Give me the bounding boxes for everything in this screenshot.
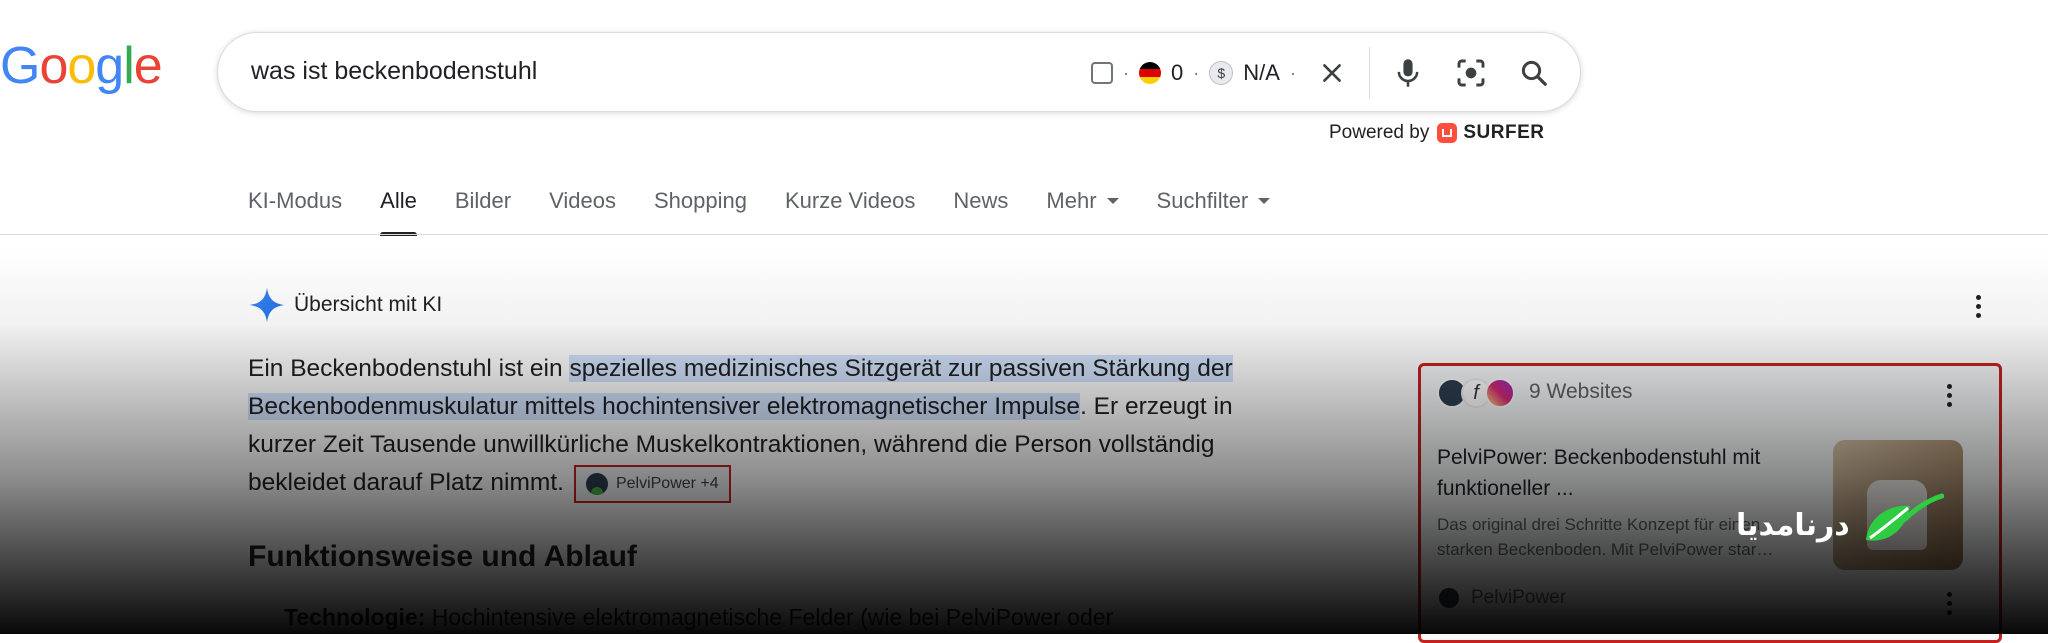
cpc-value: N/A — [1243, 60, 1280, 85]
pelvipower-favicon-icon — [1437, 586, 1461, 610]
separator-dot: · — [1289, 62, 1296, 83]
tab-label: Bilder — [454, 188, 512, 213]
ai-overview-header: Übersicht mit KI — [248, 286, 442, 324]
tab-label: Kurze Videos — [784, 188, 916, 213]
caret-down-icon — [1258, 198, 1271, 204]
checkbox-icon[interactable] — [1091, 62, 1113, 84]
google-logo[interactable]: Google — [0, 37, 163, 95]
surfer-brand: SURFER — [1463, 122, 1545, 143]
logo-letter: o — [67, 37, 96, 95]
source-chip-label: PelviPower +4 — [615, 474, 719, 492]
tab-bilder[interactable]: Bilder — [455, 186, 511, 236]
tabs-divider — [0, 234, 2048, 235]
tab-alle[interactable]: Alle — [380, 186, 417, 236]
separator-dot: · — [1123, 62, 1129, 83]
leaf-logo-icon — [1865, 493, 1944, 541]
tab-label: News — [953, 188, 1009, 213]
tab-kurze-videos[interactable]: Kurze Videos — [785, 186, 915, 236]
source-site-name: PelviPower — [1471, 587, 1567, 608]
microphone-icon[interactable] — [1388, 53, 1428, 93]
search-input[interactable]: was ist beckenbodenstuhl — [251, 57, 537, 86]
source-chip[interactable]: PelviPower +4 — [573, 464, 731, 503]
tab-shopping[interactable]: Shopping — [654, 186, 747, 236]
logo-letter: G — [0, 37, 40, 95]
tab-news[interactable]: News — [953, 186, 1008, 236]
powered-by-surfer[interactable]: Powered by SURFER — [1329, 122, 1544, 144]
more-options-icon[interactable] — [1946, 592, 1952, 615]
germany-flag-icon — [1139, 62, 1161, 84]
close-icon[interactable] — [1312, 53, 1352, 93]
logo-letter: e — [133, 37, 163, 95]
tab-suchfilter[interactable]: Suchfilter — [1157, 186, 1271, 236]
instagram-icon — [1485, 378, 1515, 408]
caret-down-icon — [1106, 198, 1119, 204]
powered-by-label: Powered by — [1329, 122, 1430, 143]
dollar-icon: $ — [1209, 61, 1234, 85]
search-tabs: KI-Modus Alle Bilder Videos Shopping Kur… — [248, 186, 1308, 236]
tab-label: Suchfilter — [1156, 188, 1249, 213]
logo-letter: g — [95, 37, 124, 95]
list-item: Technologie: Hochintensive elektromagnet… — [284, 604, 1113, 631]
tab-label: Shopping — [653, 188, 747, 213]
tab-mehr[interactable]: Mehr — [1046, 186, 1119, 236]
ai-answer-paragraph: Ein Beckenbodenstuhl ist ein spezielles … — [248, 350, 1288, 503]
surfer-logo-icon — [1437, 123, 1458, 143]
section-heading: Funktionsweise und Ablauf — [248, 540, 637, 573]
watermark-text: درنامدیا — [1736, 508, 1850, 542]
tab-label: Videos — [549, 188, 616, 213]
tab-ki-modus[interactable]: KI-Modus — [248, 186, 342, 236]
source-site[interactable]: PelviPower — [1437, 586, 1566, 610]
ai-sparkle-icon — [249, 287, 285, 323]
search-divider — [1369, 47, 1370, 99]
search-bar: was ist beckenbodenstuhl · 0 · $ N/A · — [217, 32, 1581, 112]
more-options-icon[interactable] — [1946, 384, 1952, 407]
source-favicons: f — [1437, 378, 1515, 408]
logo-letter: l — [123, 37, 135, 95]
tab-label: Mehr — [1046, 188, 1097, 213]
separator-dot: · — [1193, 62, 1200, 83]
search-icon[interactable] — [1514, 53, 1554, 93]
logo-letter: o — [39, 37, 68, 95]
pelvipower-avatar-icon — [585, 472, 608, 495]
answer-text: Ein Beckenbodenstuhl ist ein — [248, 355, 570, 382]
tab-label: Alle — [380, 188, 417, 213]
keyword-count: 0 — [1171, 60, 1184, 85]
ai-overview-title: Übersicht mit KI — [294, 293, 443, 316]
sources-count[interactable]: 9 Websites — [1529, 380, 1633, 404]
bullet-text: Hochintensive elektromagnetische Felder … — [425, 604, 1114, 630]
tab-label: KI-Modus — [248, 188, 343, 213]
lens-icon[interactable] — [1451, 53, 1491, 93]
tab-videos[interactable]: Videos — [549, 186, 616, 236]
bullet-label: Technologie: — [284, 604, 426, 630]
surfer-extension-info: · 0 · $ N/A · — [1091, 33, 1306, 113]
more-options-icon[interactable] — [1975, 295, 1981, 318]
watermark: درنامدیا — [1736, 490, 1944, 560]
